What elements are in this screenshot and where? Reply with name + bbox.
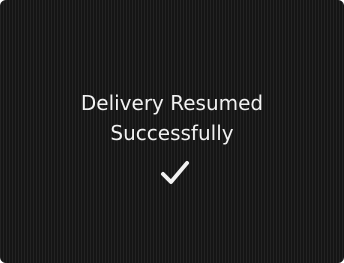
status-message-line-2: Successfully [110, 121, 234, 145]
status-message-line-1: Delivery Resumed [80, 91, 264, 115]
status-message: Delivery Resumed Successfully [0, 88, 344, 148]
checkmark-icon [161, 161, 189, 184]
device-screen: Delivery Resumed Successfully [0, 0, 344, 263]
